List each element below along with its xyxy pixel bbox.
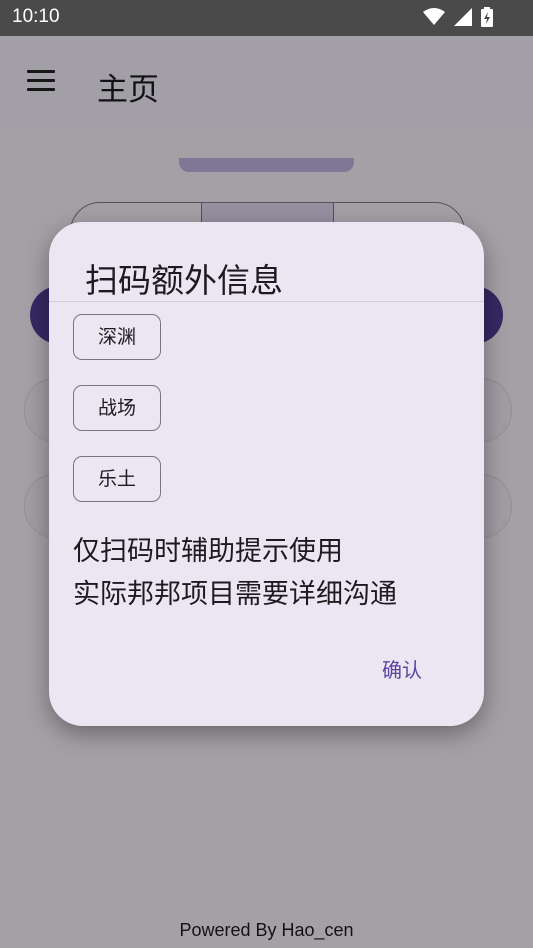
option-chip[interactable]: 战场 — [73, 385, 161, 431]
dialog-message: 仅扫码时辅助提示使用 实际邦邦项目需要详细沟通 — [73, 530, 397, 616]
signal-icon — [453, 7, 472, 26]
dialog-divider — [49, 301, 484, 302]
info-dialog: 扫码额外信息 深渊 战场 乐土 仅扫码时辅助提示使用 实际邦邦项目需要详细沟通 … — [49, 222, 484, 726]
battery-icon — [481, 6, 493, 27]
wifi-icon — [422, 7, 445, 25]
dialog-title: 扫码额外信息 — [85, 261, 283, 300]
status-bar: 10:10 — [0, 0, 533, 36]
status-time: 10:10 — [12, 6, 60, 27]
option-chip[interactable]: 乐土 — [73, 456, 161, 502]
message-line: 仅扫码时辅助提示使用 — [73, 536, 343, 567]
confirm-button[interactable]: 确认 — [367, 650, 437, 690]
option-chip[interactable]: 深渊 — [73, 314, 161, 360]
status-icons — [419, 6, 493, 30]
message-line: 实际邦邦项目需要详细沟通 — [73, 579, 397, 610]
